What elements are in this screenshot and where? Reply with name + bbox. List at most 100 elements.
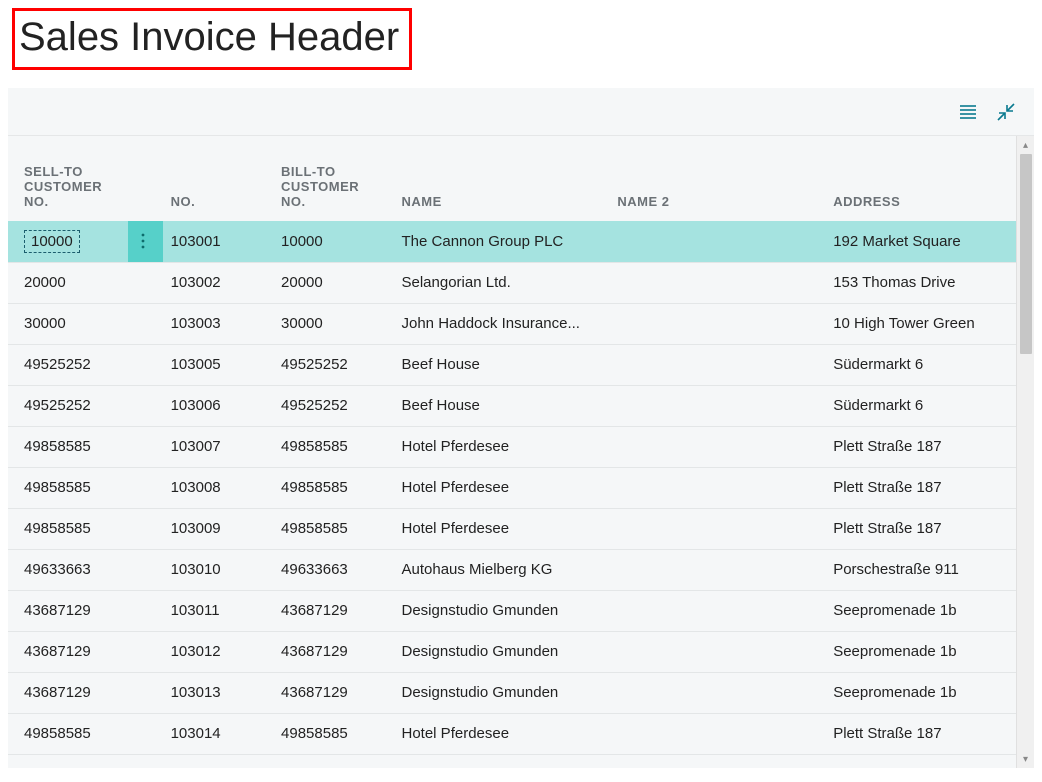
scroll-down-icon[interactable]: ▾ [1017,750,1034,768]
cell-sellto[interactable]: 49858585 [8,426,128,467]
cell-no[interactable]: 103008 [163,467,273,508]
cell-address[interactable]: Plett Straße 187 [825,426,1016,467]
cell-name2[interactable] [609,262,825,303]
list-view-icon[interactable] [956,100,980,124]
cell-name2[interactable] [609,344,825,385]
cell-name2[interactable] [609,303,825,344]
cell-address[interactable]: Südermarkt 6 [825,344,1016,385]
cell-no[interactable]: 103010 [163,549,273,590]
table-row[interactable]: 4952525210300649525252Beef HouseSüdermar… [8,385,1016,426]
table-row[interactable]: 2000010300220000Selangorian Ltd.153 Thom… [8,262,1016,303]
table-row[interactable]: 4985858510301449858585Hotel PferdeseePle… [8,713,1016,754]
cell-name2[interactable] [609,549,825,590]
col-header-sellto[interactable]: SELL-TO CUSTOMER NO. [8,136,128,221]
cell-address[interactable]: Plett Straße 187 [825,467,1016,508]
cell-name[interactable]: Hotel Pferdesee [394,467,610,508]
cell-sellto[interactable]: 43687129 [8,672,128,713]
table-row[interactable]: 4963366310301049633663Autohaus Mielberg … [8,549,1016,590]
cell-name2[interactable] [609,713,825,754]
collapse-icon[interactable] [994,100,1018,124]
cell-name[interactable]: Designstudio Gmunden [394,672,610,713]
cell-address[interactable]: 10 High Tower Green [825,303,1016,344]
col-header-no[interactable]: NO. [163,136,273,221]
cell-no[interactable]: 103007 [163,426,273,467]
cell-sellto[interactable]: 10000 [8,221,128,262]
cell-name2[interactable] [609,385,825,426]
cell-sellto[interactable]: 49525252 [8,385,128,426]
table-row[interactable]: 4368712910301143687129Designstudio Gmund… [8,590,1016,631]
col-header-address[interactable]: ADDRESS [825,136,1016,221]
cell-billto[interactable]: 49858585 [273,426,393,467]
cell-no[interactable]: 103013 [163,672,273,713]
col-header-billto[interactable]: BILL-TO CUSTOMER NO. [273,136,393,221]
cell-name[interactable]: John Haddock Insurance... [394,303,610,344]
cell-name[interactable]: Designstudio Gmunden [394,631,610,672]
focused-cell[interactable]: 10000 [24,230,80,253]
cell-name[interactable]: Selangorian Ltd. [394,262,610,303]
cell-sellto[interactable]: 49633663 [8,549,128,590]
cell-no[interactable]: 103006 [163,385,273,426]
cell-name2[interactable] [609,467,825,508]
cell-address[interactable]: Porschestraße 911 [825,549,1016,590]
table-row[interactable]: 4985858510300749858585Hotel PferdeseePle… [8,426,1016,467]
row-menu-button[interactable] [128,221,162,262]
cell-billto[interactable]: 49525252 [273,344,393,385]
col-header-name2[interactable]: NAME 2 [609,136,825,221]
cell-billto[interactable]: 20000 [273,262,393,303]
cell-address[interactable]: Südermarkt 6 [825,385,1016,426]
cell-name[interactable]: Designstudio Gmunden [394,590,610,631]
cell-no[interactable]: 103012 [163,631,273,672]
cell-name2[interactable] [609,590,825,631]
cell-name2[interactable] [609,426,825,467]
cell-name2[interactable] [609,508,825,549]
cell-sellto[interactable]: 30000 [8,303,128,344]
cell-no[interactable]: 103009 [163,508,273,549]
col-header-name[interactable]: NAME [394,136,610,221]
cell-billto[interactable]: 49525252 [273,385,393,426]
cell-billto[interactable]: 30000 [273,303,393,344]
cell-address[interactable]: Plett Straße 187 [825,508,1016,549]
cell-billto[interactable]: 43687129 [273,672,393,713]
cell-address[interactable]: 192 Market Square [825,221,1016,262]
cell-billto[interactable]: 10000 [273,221,393,262]
cell-name[interactable]: Beef House [394,344,610,385]
scrollbar-thumb[interactable] [1020,154,1032,354]
table-row[interactable]: 4952525210300549525252Beef HouseSüdermar… [8,344,1016,385]
cell-billto[interactable]: 43687129 [273,590,393,631]
cell-name[interactable]: Hotel Pferdesee [394,508,610,549]
cell-name[interactable]: Autohaus Mielberg KG [394,549,610,590]
table-row[interactable]: 4368712910301343687129Designstudio Gmund… [8,672,1016,713]
table-row[interactable]: 4985858510300849858585Hotel PferdeseePle… [8,467,1016,508]
cell-billto[interactable]: 49858585 [273,713,393,754]
cell-no[interactable]: 103001 [163,221,273,262]
cell-no[interactable]: 103011 [163,590,273,631]
cell-billto[interactable]: 49633663 [273,549,393,590]
cell-address[interactable]: Seepromenade 1b [825,590,1016,631]
cell-sellto[interactable]: 49858585 [8,508,128,549]
cell-billto[interactable]: 43687129 [273,631,393,672]
cell-sellto[interactable]: 49525252 [8,344,128,385]
table-row[interactable]: 4368712910301243687129Designstudio Gmund… [8,631,1016,672]
cell-name[interactable]: Hotel Pferdesee [394,426,610,467]
cell-sellto[interactable]: 43687129 [8,631,128,672]
cell-address[interactable]: Seepromenade 1b [825,672,1016,713]
table-row[interactable]: 3000010300330000John Haddock Insurance..… [8,303,1016,344]
cell-no[interactable]: 103003 [163,303,273,344]
cell-sellto[interactable]: 49858585 [8,467,128,508]
table-row[interactable]: 1000010300110000The Cannon Group PLC192 … [8,221,1016,262]
cell-sellto[interactable]: 43687129 [8,590,128,631]
cell-name[interactable]: Beef House [394,385,610,426]
cell-address[interactable]: 153 Thomas Drive [825,262,1016,303]
cell-sellto[interactable]: 20000 [8,262,128,303]
cell-no[interactable]: 103005 [163,344,273,385]
table-row[interactable]: 4985858510300949858585Hotel PferdeseePle… [8,508,1016,549]
cell-name2[interactable] [609,221,825,262]
vertical-scrollbar[interactable]: ▴ ▾ [1016,136,1034,768]
cell-address[interactable]: Seepromenade 1b [825,631,1016,672]
cell-billto[interactable]: 49858585 [273,467,393,508]
cell-address[interactable]: Plett Straße 187 [825,713,1016,754]
cell-name2[interactable] [609,631,825,672]
scroll-up-icon[interactable]: ▴ [1017,136,1034,154]
cell-no[interactable]: 103014 [163,713,273,754]
cell-name2[interactable] [609,672,825,713]
